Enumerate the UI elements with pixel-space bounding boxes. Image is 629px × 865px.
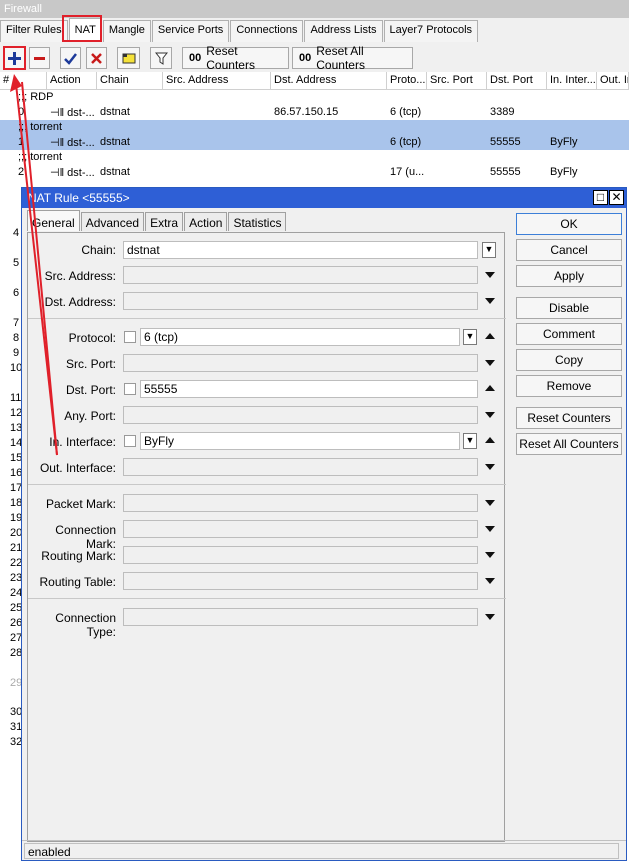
annotation-arrow-line [21,81,58,456]
annotation-arrows [10,74,58,456]
